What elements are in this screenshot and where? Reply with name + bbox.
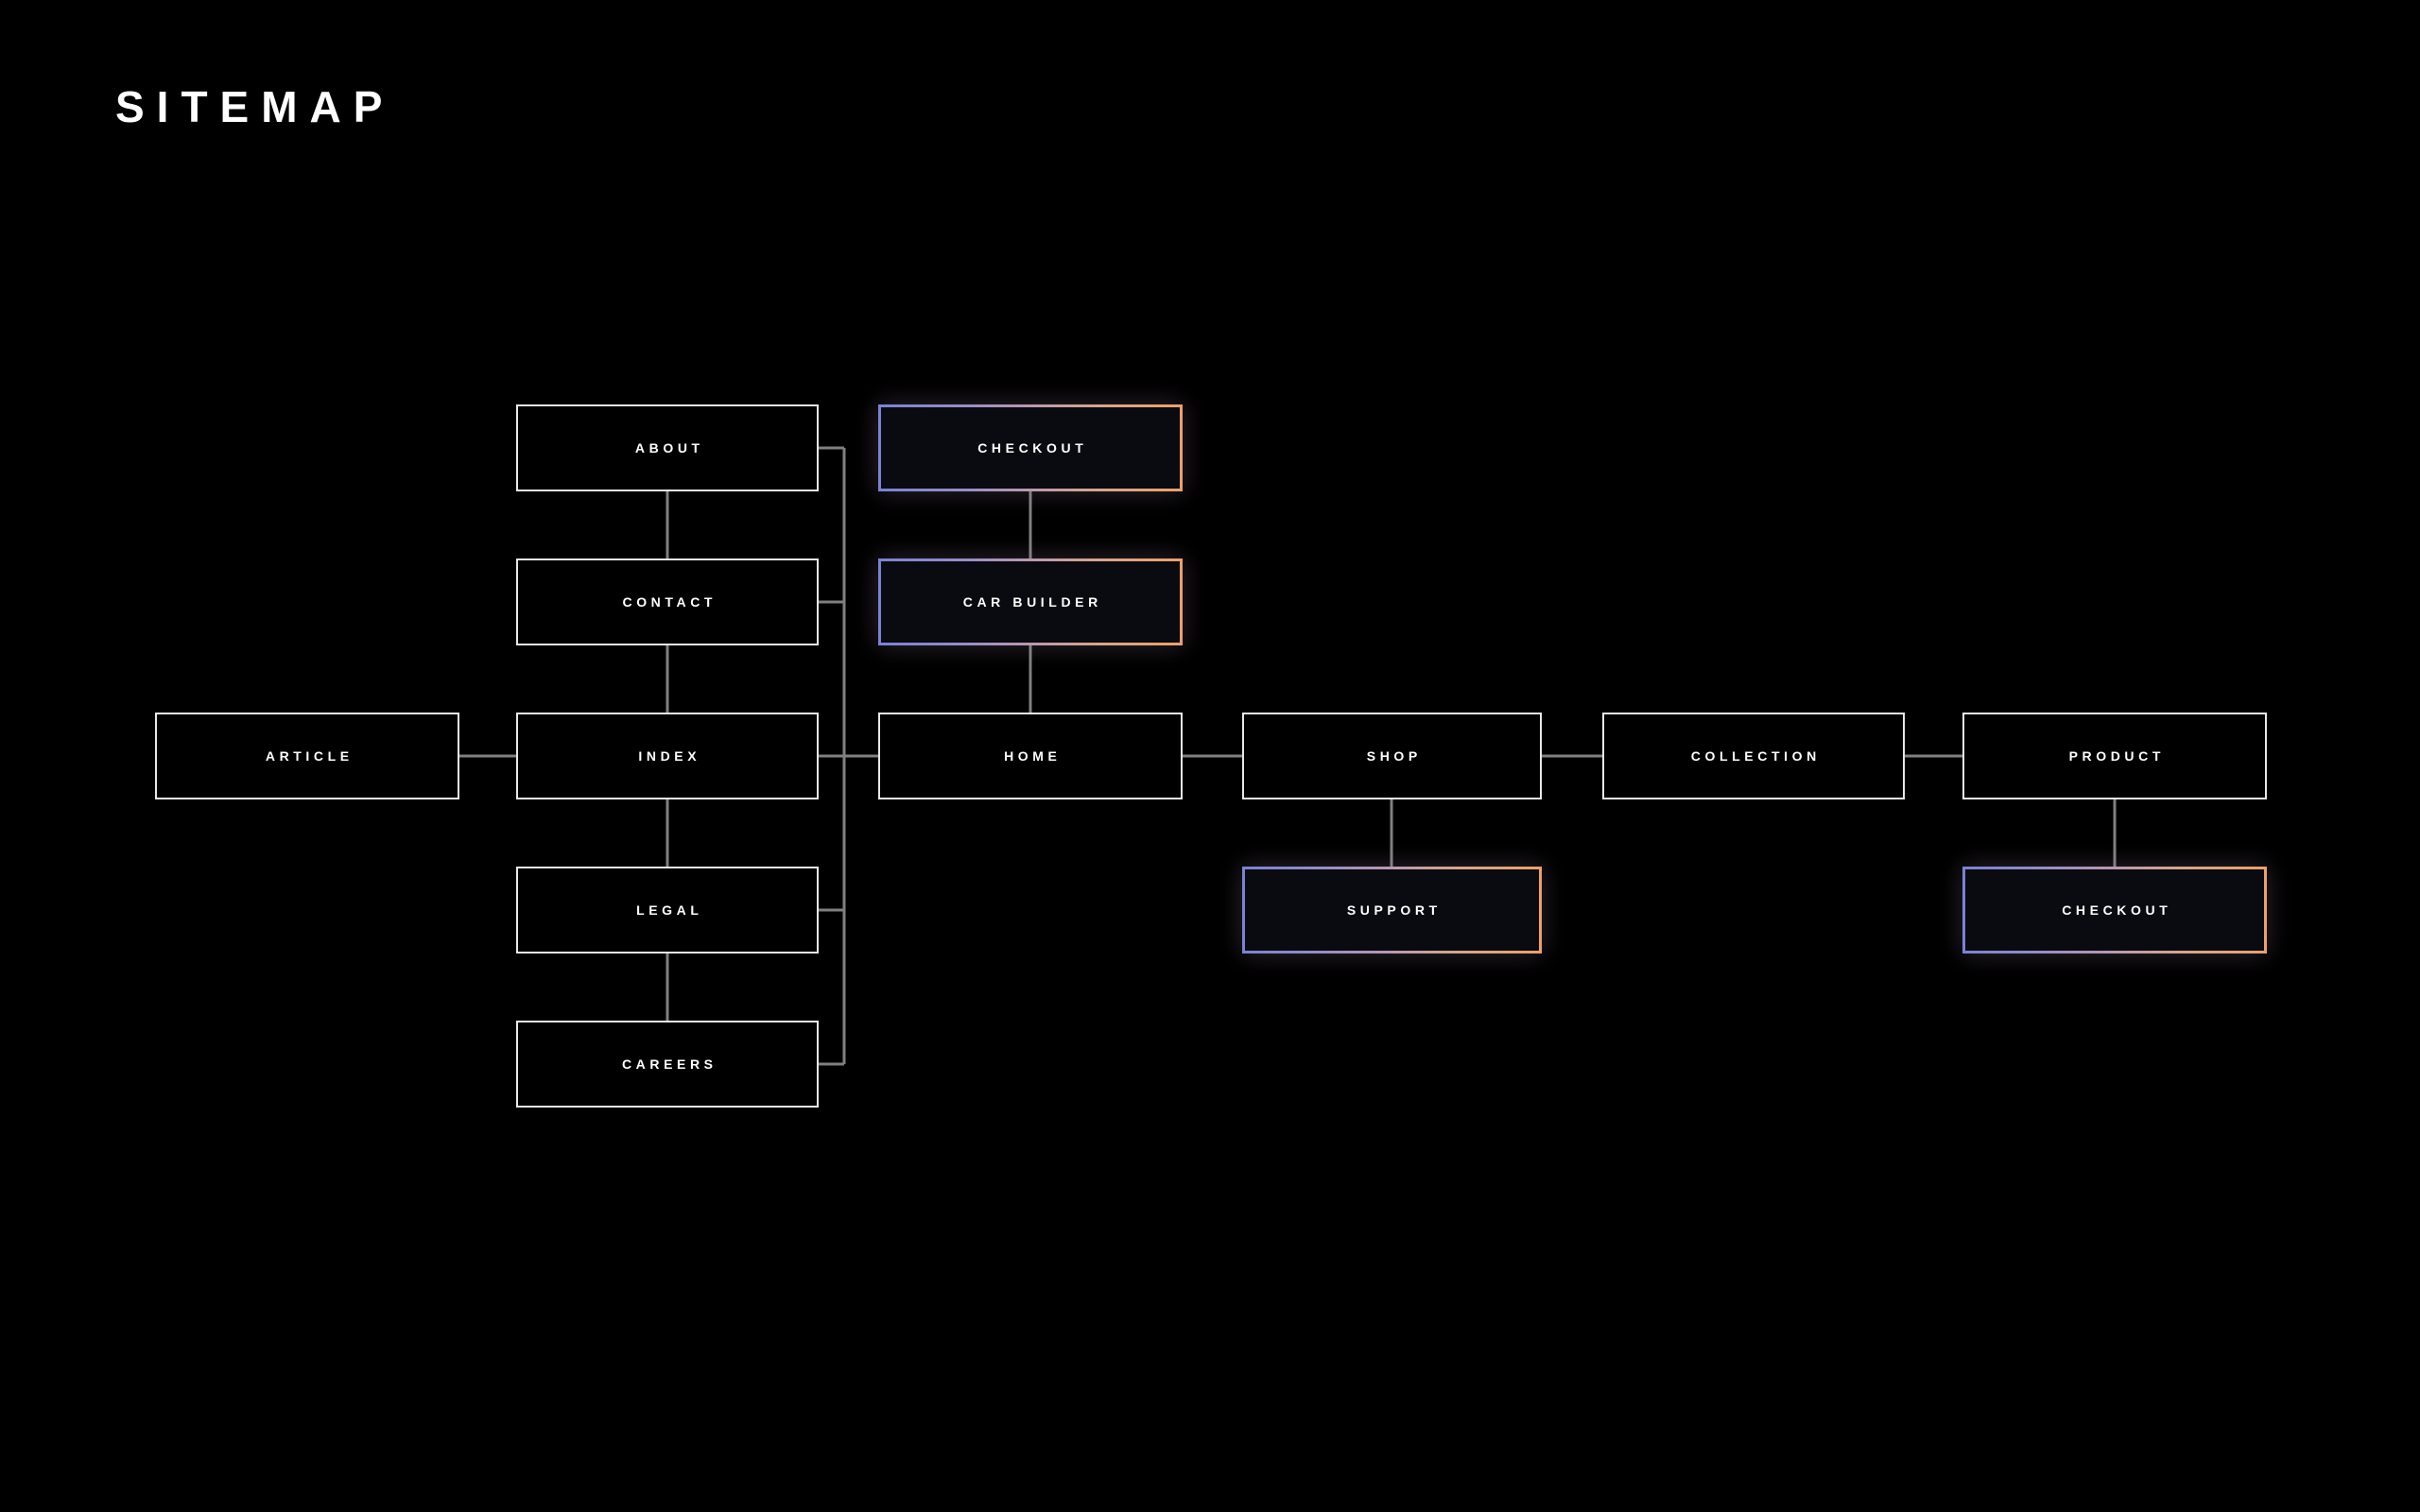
node-product-label: PRODUCT [2068,748,2165,764]
node-car-builder-inner: CAR BUILDER [881,561,1180,643]
sitemap-canvas: SITEMAP ABOUT CONTACT INDEX LEGAL CAREER… [0,0,2420,1512]
node-car-builder-label: CAR BUILDER [962,594,1102,610]
node-about[interactable]: ABOUT [516,404,819,491]
node-article-label: ARTICLE [265,748,354,764]
node-collection-label: COLLECTION [1690,748,1821,764]
node-collection[interactable]: COLLECTION [1602,713,1905,799]
node-index-label: INDEX [638,748,701,764]
node-checkout-product[interactable]: CHECKOUT [1962,867,2267,954]
node-car-builder[interactable]: CAR BUILDER [878,558,1183,645]
node-checkout-product-inner: CHECKOUT [1965,869,2264,951]
node-contact-label: CONTACT [622,594,717,610]
node-support-label: SUPPORT [1346,902,1442,918]
page-title: SITEMAP [115,82,395,131]
node-checkout-top-label: CHECKOUT [977,440,1088,455]
node-product[interactable]: PRODUCT [1962,713,2267,799]
node-shop[interactable]: SHOP [1242,713,1542,799]
node-careers-label: CAREERS [621,1057,717,1072]
node-legal[interactable]: LEGAL [516,867,819,954]
node-article[interactable]: ARTICLE [155,713,459,799]
node-careers[interactable]: CAREERS [516,1021,819,1108]
node-shop-label: SHOP [1366,748,1422,764]
node-contact[interactable]: CONTACT [516,558,819,645]
node-support[interactable]: SUPPORT [1242,867,1542,954]
node-legal-label: LEGAL [636,902,703,918]
node-index[interactable]: INDEX [516,713,819,799]
node-checkout-product-label: CHECKOUT [2062,902,2172,918]
node-support-inner: SUPPORT [1245,869,1539,951]
node-checkout-top-inner: CHECKOUT [881,407,1180,489]
node-about-label: ABOUT [634,440,704,455]
node-home-label: HOME [1004,748,1062,764]
node-home[interactable]: HOME [878,713,1183,799]
node-checkout-top[interactable]: CHECKOUT [878,404,1183,491]
